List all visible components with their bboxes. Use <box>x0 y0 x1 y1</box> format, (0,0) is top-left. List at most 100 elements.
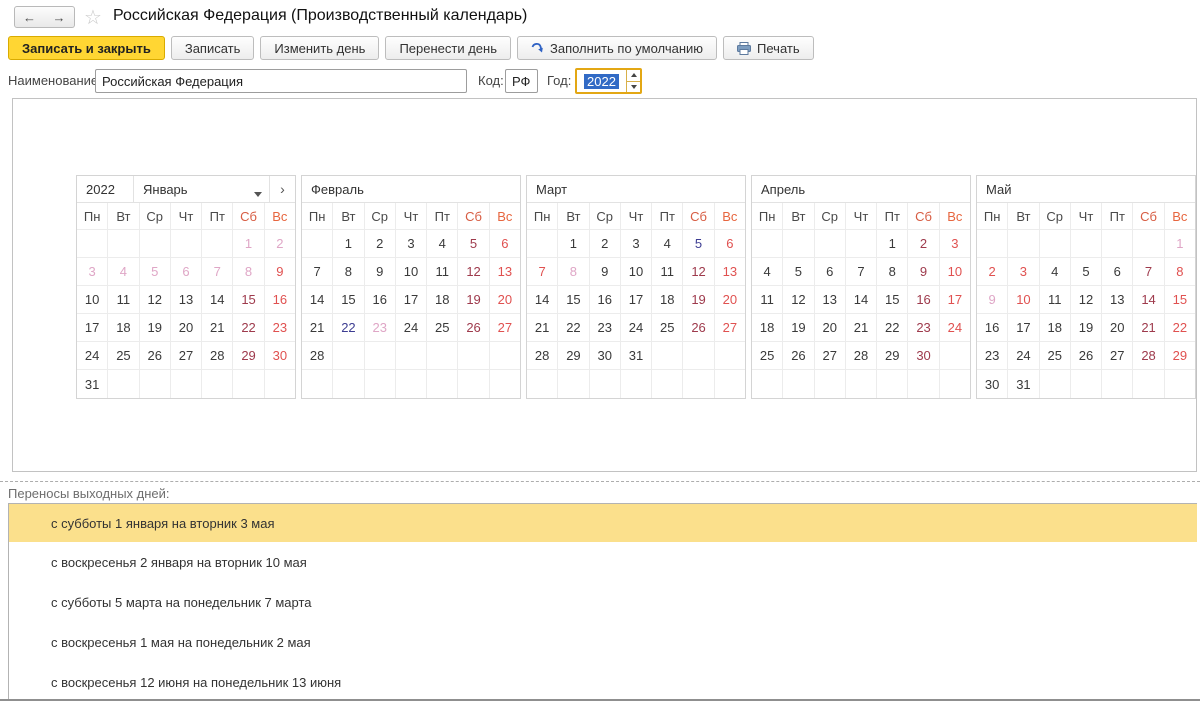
day-cell[interactable]: 15 <box>333 286 365 314</box>
day-cell[interactable]: 2 <box>908 230 940 258</box>
day-cell[interactable]: 27 <box>814 342 846 370</box>
day-cell[interactable]: 2 <box>589 230 621 258</box>
day-cell[interactable]: 16 <box>364 286 396 314</box>
day-cell[interactable]: 27 <box>1102 342 1134 370</box>
day-cell[interactable]: 24 <box>77 342 109 370</box>
day-cell[interactable]: 4 <box>1039 258 1071 286</box>
day-cell[interactable]: 6 <box>489 230 520 258</box>
day-cell[interactable]: 20 <box>1102 314 1134 342</box>
day-cell[interactable]: 31 <box>620 342 653 370</box>
day-cell[interactable]: 23 <box>908 314 940 342</box>
day-cell[interactable]: 6 <box>714 230 745 258</box>
day-cell[interactable]: 3 <box>620 230 653 258</box>
day-cell[interactable]: 9 <box>908 258 940 286</box>
day-cell[interactable]: 1 <box>877 230 909 258</box>
day-cell[interactable]: 3 <box>77 258 109 286</box>
day-cell[interactable]: 23 <box>264 314 295 342</box>
day-cell[interactable]: 10 <box>939 258 970 286</box>
month-nav-next[interactable]: › <box>269 176 295 202</box>
save-close-button[interactable]: Записать и закрыть <box>8 36 165 60</box>
day-cell[interactable]: 1 <box>233 230 265 258</box>
day-cell[interactable]: 5 <box>783 258 815 286</box>
day-cell[interactable]: 29 <box>877 342 909 370</box>
day-cell[interactable]: 7 <box>1133 258 1165 286</box>
day-cell[interactable]: 17 <box>77 314 109 342</box>
transfer-row[interactable]: с воскресенья 1 мая на понедельник 2 мая <box>9 622 1197 662</box>
day-cell[interactable]: 19 <box>683 286 715 314</box>
day-cell[interactable]: 8 <box>558 258 590 286</box>
day-cell[interactable]: 9 <box>977 286 1009 314</box>
day-cell[interactable]: 19 <box>783 314 815 342</box>
day-cell[interactable]: 12 <box>783 286 815 314</box>
day-cell[interactable]: 1 <box>558 230 590 258</box>
day-cell[interactable]: 8 <box>233 258 265 286</box>
month-name[interactable]: Январь <box>134 176 269 202</box>
day-cell[interactable]: 21 <box>527 314 559 342</box>
day-cell[interactable]: 13 <box>170 286 203 314</box>
day-cell[interactable]: 22 <box>333 314 365 342</box>
day-cell[interactable]: 16 <box>977 314 1009 342</box>
day-cell[interactable]: 3 <box>395 230 428 258</box>
day-cell[interactable]: 22 <box>558 314 590 342</box>
month-dropdown-icon[interactable] <box>254 192 262 197</box>
day-cell[interactable]: 14 <box>527 286 559 314</box>
day-cell[interactable]: 19 <box>1070 314 1103 342</box>
day-cell[interactable]: 11 <box>652 258 684 286</box>
day-cell[interactable]: 25 <box>1039 342 1071 370</box>
code-input[interactable]: РФ <box>505 69 538 93</box>
day-cell[interactable]: 2 <box>264 230 295 258</box>
day-cell[interactable]: 7 <box>202 258 234 286</box>
day-cell[interactable]: 17 <box>939 286 970 314</box>
transfer-row[interactable]: с субботы 5 марта на понедельник 7 марта <box>9 582 1197 622</box>
day-cell[interactable]: 8 <box>333 258 365 286</box>
day-cell[interactable]: 3 <box>1008 258 1040 286</box>
day-cell[interactable]: 20 <box>814 314 846 342</box>
day-cell[interactable]: 14 <box>202 286 234 314</box>
day-cell[interactable]: 6 <box>1102 258 1134 286</box>
day-cell[interactable]: 16 <box>264 286 295 314</box>
day-cell[interactable]: 18 <box>652 286 684 314</box>
day-cell[interactable]: 7 <box>302 258 334 286</box>
day-cell[interactable]: 1 <box>1164 230 1195 258</box>
day-cell[interactable]: 8 <box>877 258 909 286</box>
year-input[interactable]: 2022 <box>575 68 642 94</box>
edit-day-button[interactable]: Изменить день <box>260 36 380 60</box>
day-cell[interactable]: 9 <box>589 258 621 286</box>
day-cell[interactable]: 24 <box>1008 342 1040 370</box>
day-cell[interactable]: 27 <box>714 314 745 342</box>
day-cell[interactable]: 18 <box>108 314 140 342</box>
day-cell[interactable]: 11 <box>108 286 140 314</box>
day-cell[interactable]: 11 <box>752 286 784 314</box>
print-button[interactable]: Печать <box>723 36 814 60</box>
day-cell[interactable]: 25 <box>752 342 784 370</box>
day-cell[interactable]: 8 <box>1164 258 1195 286</box>
day-cell[interactable]: 6 <box>170 258 203 286</box>
forward-button[interactable]: → <box>44 6 75 28</box>
day-cell[interactable]: 17 <box>1008 314 1040 342</box>
day-cell[interactable]: 30 <box>908 342 940 370</box>
day-cell[interactable]: 5 <box>139 258 171 286</box>
day-cell[interactable]: 6 <box>814 258 846 286</box>
day-cell[interactable]: 1 <box>333 230 365 258</box>
day-cell[interactable]: 10 <box>1008 286 1040 314</box>
favorite-star-icon[interactable]: ☆ <box>84 5 102 30</box>
day-cell[interactable]: 4 <box>752 258 784 286</box>
day-cell[interactable]: 25 <box>427 314 459 342</box>
transfer-row[interactable]: с воскресенья 12 июня на понедельник 13 … <box>9 662 1197 702</box>
day-cell[interactable]: 25 <box>652 314 684 342</box>
day-cell[interactable]: 26 <box>683 314 715 342</box>
day-cell[interactable]: 13 <box>814 286 846 314</box>
day-cell[interactable]: 30 <box>264 342 295 370</box>
day-cell[interactable]: 13 <box>1102 286 1134 314</box>
day-cell[interactable]: 24 <box>395 314 428 342</box>
day-cell[interactable]: 31 <box>77 370 109 398</box>
year-spinner-down[interactable] <box>627 82 640 93</box>
day-cell[interactable]: 7 <box>527 258 559 286</box>
day-cell[interactable]: 11 <box>427 258 459 286</box>
day-cell[interactable]: 23 <box>589 314 621 342</box>
day-cell[interactable]: 24 <box>620 314 653 342</box>
day-cell[interactable]: 5 <box>458 230 490 258</box>
move-day-button[interactable]: Перенести день <box>385 36 511 60</box>
day-cell[interactable]: 12 <box>458 258 490 286</box>
day-cell[interactable]: 26 <box>458 314 490 342</box>
